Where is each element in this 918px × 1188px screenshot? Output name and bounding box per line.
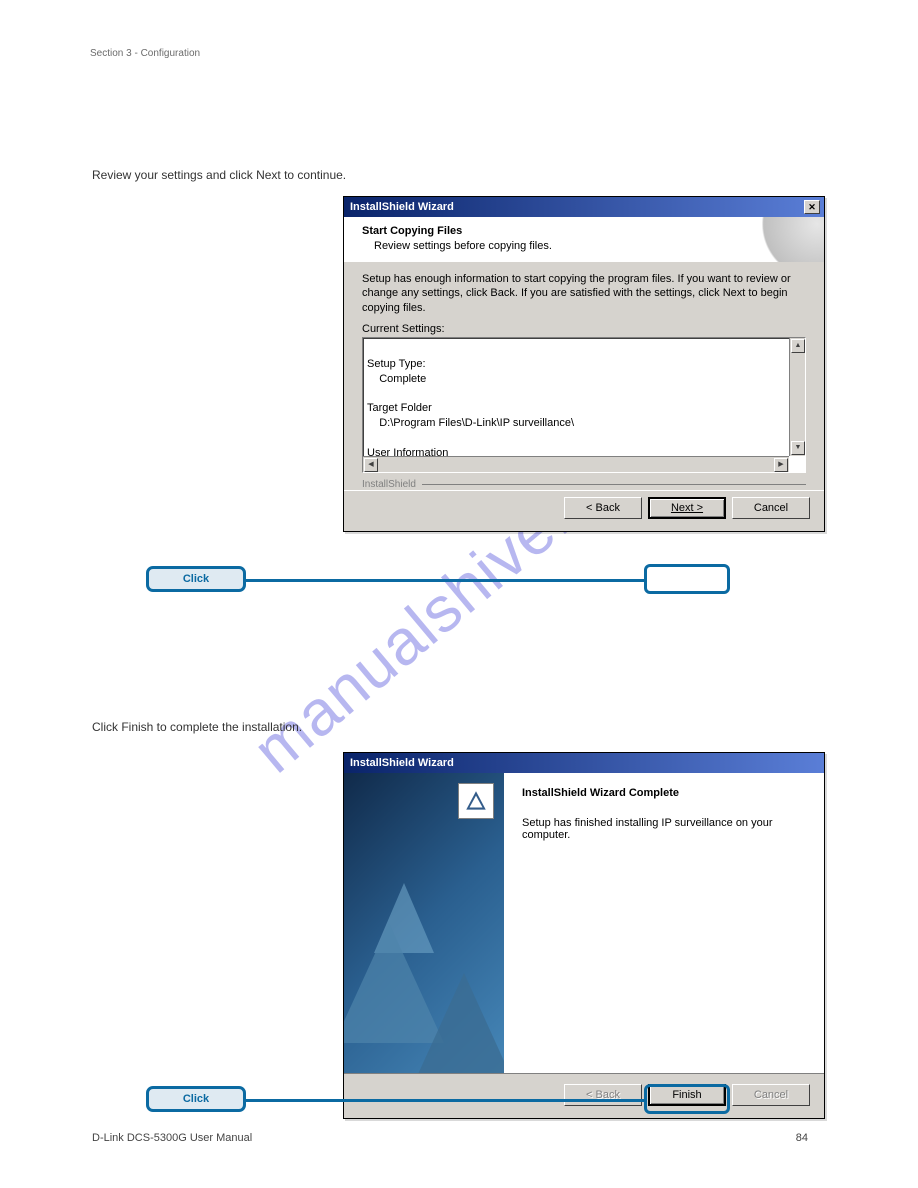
brand-label: InstallShield [362, 479, 416, 490]
back-button[interactable]: < Back [564, 497, 642, 519]
close-button[interactable]: ✕ [804, 200, 820, 214]
scroll-left-icon[interactable]: ◀ [364, 458, 378, 472]
dialog-start-copying: InstallShield Wizard ✕ Start Copying Fil… [343, 196, 825, 532]
wizard-sidebar-graphic [344, 773, 504, 1073]
page-number: 84 [796, 1132, 808, 1144]
highlight-next-button [644, 564, 730, 594]
scroll-up-icon[interactable]: ▲ [791, 339, 805, 353]
close-icon: ✕ [808, 202, 816, 213]
callout-click-next: Click [146, 566, 246, 592]
back-label: < Back [586, 502, 620, 514]
wizard-content: InstallShield Wizard Complete Setup has … [504, 773, 824, 1073]
titlebar[interactable]: InstallShield Wizard [344, 753, 824, 773]
callout-label: Click [183, 573, 209, 585]
instruction-review-settings: Review your settings and click Next to c… [92, 168, 346, 184]
callout-label: Click [183, 1093, 209, 1105]
callout-line-next [246, 579, 644, 582]
next-label: Next > [671, 502, 703, 514]
manual-title: D-Link DCS-5300G User Manual [92, 1132, 252, 1144]
finish-button[interactable]: Finish [648, 1084, 726, 1106]
cancel-button[interactable]: Cancel [732, 497, 810, 519]
complete-text: Setup has finished installing IP surveil… [522, 817, 806, 841]
brand-footer: InstallShield [344, 479, 824, 490]
installshield-logo-icon [458, 783, 494, 819]
scrollbar-vertical[interactable]: ▲ ▼ [789, 338, 805, 456]
next-button[interactable]: Next > [648, 497, 726, 519]
dialog-complete: InstallShield Wizard InstallShield Wizar… [343, 752, 825, 1119]
cancel-label: Cancel [754, 502, 788, 514]
button-row: < Back Finish Cancel [344, 1073, 824, 1118]
cancel-label: Cancel [754, 1089, 788, 1101]
title-text: InstallShield Wizard [350, 201, 454, 213]
instruction-finish: Click Finish to complete the installatio… [92, 720, 302, 736]
dialog-subheading: Review settings before copying files. [362, 240, 806, 252]
manual-footer: D-Link DCS-5300G User Manual [92, 1132, 252, 1144]
current-settings-label: Current Settings: [362, 323, 806, 335]
dialog-header: Start Copying Files Review settings befo… [344, 217, 824, 262]
settings-textarea[interactable]: Setup Type: Complete Target Folder D:\Pr… [362, 337, 806, 473]
page-header: Section 3 - Configuration [90, 48, 828, 59]
title-text: InstallShield Wizard [350, 757, 454, 769]
titlebar[interactable]: InstallShield Wizard ✕ [344, 197, 824, 217]
back-button: < Back [564, 1084, 642, 1106]
finish-label: Finish [672, 1089, 701, 1101]
dialog-body-text: Setup has enough information to start co… [362, 272, 806, 315]
cancel-button: Cancel [732, 1084, 810, 1106]
page-curl-icon [754, 217, 824, 262]
scroll-right-icon[interactable]: ▶ [774, 458, 788, 472]
section-label: Section 3 - Configuration [90, 48, 200, 59]
complete-heading: InstallShield Wizard Complete [522, 787, 806, 799]
scroll-down-icon[interactable]: ▼ [791, 441, 805, 455]
button-row: < Back Next > Cancel [344, 490, 824, 531]
callout-click-finish: Click [146, 1086, 246, 1112]
callout-line-finish [246, 1099, 644, 1102]
dialog-heading: Start Copying Files [362, 225, 806, 237]
scrollbar-horizontal[interactable]: ◀ ▶ [363, 456, 789, 472]
